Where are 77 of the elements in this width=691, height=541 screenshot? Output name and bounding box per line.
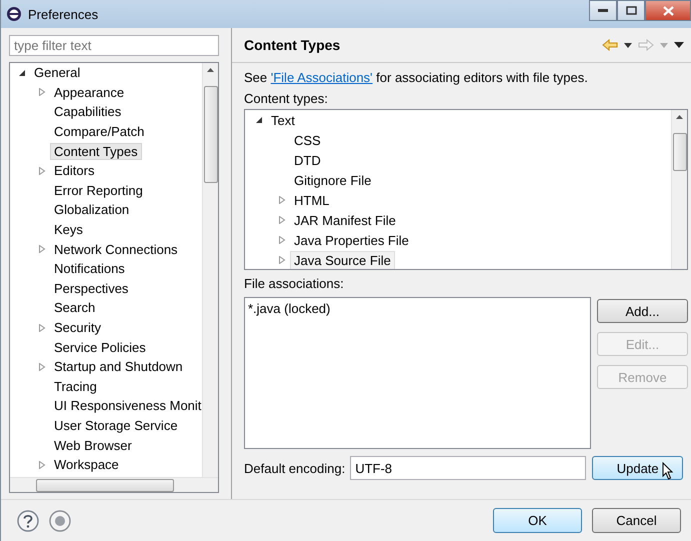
encoding-label: Default encoding:	[244, 460, 346, 476]
maximize-icon	[626, 6, 636, 15]
tree-item[interactable]: Search	[50, 299, 100, 316]
tree-item[interactable]: Tracing	[50, 378, 101, 395]
expanded-arrow-icon[interactable]	[255, 116, 263, 124]
tree-item[interactable]: Perspectives	[50, 280, 132, 297]
expanded-arrow-icon[interactable]	[18, 68, 26, 77]
content-type-item[interactable]: JAR Manifest File	[290, 210, 400, 230]
tree-item[interactable]: Globalization	[50, 201, 134, 218]
view-menu-icon[interactable]	[674, 42, 684, 48]
maximize-button[interactable]	[617, 0, 645, 21]
tree-item[interactable]: Network Connections	[50, 240, 182, 258]
back-arrow-icon[interactable]	[602, 39, 618, 51]
collapsed-arrow-icon[interactable]	[38, 245, 46, 254]
tree-item[interactable]: Web Browser	[50, 436, 136, 454]
vertical-scrollbar[interactable]	[202, 63, 218, 477]
scrollbar-thumb[interactable]	[36, 478, 174, 492]
content-type-item[interactable]: Gitignore File	[290, 170, 376, 190]
close-button[interactable]	[645, 0, 691, 21]
tree-item[interactable]: Startup and Shutdown	[50, 358, 187, 376]
tree-item[interactable]: UI Responsiveness Monit	[50, 397, 202, 414]
window-title: Preferences	[28, 6, 98, 22]
tree-item[interactable]: Workspace	[50, 456, 123, 474]
record-icon[interactable]	[49, 510, 71, 532]
encoding-field[interactable]: UTF-8	[350, 456, 586, 480]
filter-field[interactable]: type filter text	[9, 35, 219, 56]
app-icon	[6, 6, 22, 22]
collapsed-arrow-icon[interactable]	[278, 196, 286, 204]
tree-item[interactable]: Editors	[50, 162, 98, 180]
collapsed-arrow-icon[interactable]	[278, 236, 286, 244]
scroll-up-icon[interactable]	[207, 68, 214, 72]
scroll-up-icon[interactable]	[676, 115, 683, 119]
dropdown-caret-icon[interactable]	[624, 42, 632, 48]
dialog-button[interactable]: OK	[493, 508, 582, 533]
content-types-label: Content types:	[244, 90, 329, 108]
tree-item[interactable]: Keys	[50, 221, 87, 238]
content-type-item[interactable]: Text	[267, 110, 299, 130]
content-type-item[interactable]: HTML	[290, 190, 334, 210]
tree-item[interactable]: Notifications	[50, 260, 129, 278]
collapsed-arrow-icon[interactable]	[38, 460, 46, 469]
side-button[interactable]: Add...	[597, 299, 688, 323]
tree-item[interactable]: Content Types	[50, 142, 142, 160]
minimize-icon	[598, 8, 608, 12]
content-type-item[interactable]: DTD	[290, 150, 325, 170]
content-type-item[interactable]: CSS	[290, 130, 325, 150]
tree-item[interactable]: Service Policies	[50, 338, 150, 356]
file-associations-label: File associations:	[244, 275, 345, 293]
minimize-button[interactable]	[589, 0, 617, 21]
forward-arrow-icon[interactable]	[638, 39, 654, 51]
tree-item[interactable]: Security	[50, 319, 105, 336]
collapsed-arrow-icon[interactable]	[38, 362, 46, 371]
collapsed-arrow-icon[interactable]	[278, 216, 286, 224]
collapsed-arrow-icon[interactable]	[38, 88, 46, 96]
scrollbar-thumb[interactable]	[204, 86, 218, 183]
update-button[interactable]: Update	[592, 456, 684, 480]
tree-item[interactable]: Capabilities	[50, 103, 126, 120]
collapsed-arrow-icon[interactable]	[38, 324, 46, 332]
file-associations-link[interactable]: 'File Associations'	[270, 70, 373, 85]
content-type-item[interactable]: Java Source File	[290, 250, 395, 269]
tree-item[interactable]: Error Reporting	[50, 182, 147, 199]
vertical-scrollbar[interactable]	[671, 110, 687, 269]
description-text: See 'File Associations' for associating editors with file types.	[244, 69, 589, 87]
tree-item[interactable]: General	[30, 64, 84, 82]
dialog-button[interactable]: Cancel	[592, 508, 681, 533]
horizontal-scrollbar[interactable]	[10, 477, 218, 492]
page-title: Content Types	[244, 37, 340, 53]
tree-item[interactable]: Compare/Patch	[50, 123, 148, 140]
association-item[interactable]: *.java (locked)	[248, 301, 587, 317]
tree-item[interactable]: Appearance	[50, 84, 128, 101]
content-type-item[interactable]: Java Properties File	[290, 230, 413, 250]
tree-item[interactable]: User Storage Service	[50, 416, 182, 434]
collapsed-arrow-icon[interactable]	[278, 256, 286, 264]
pointer-icon	[662, 462, 674, 480]
help-icon[interactable]	[17, 510, 39, 532]
scrollbar-thumb[interactable]	[672, 133, 686, 171]
close-icon	[662, 6, 674, 16]
collapsed-arrow-icon[interactable]	[38, 166, 46, 175]
